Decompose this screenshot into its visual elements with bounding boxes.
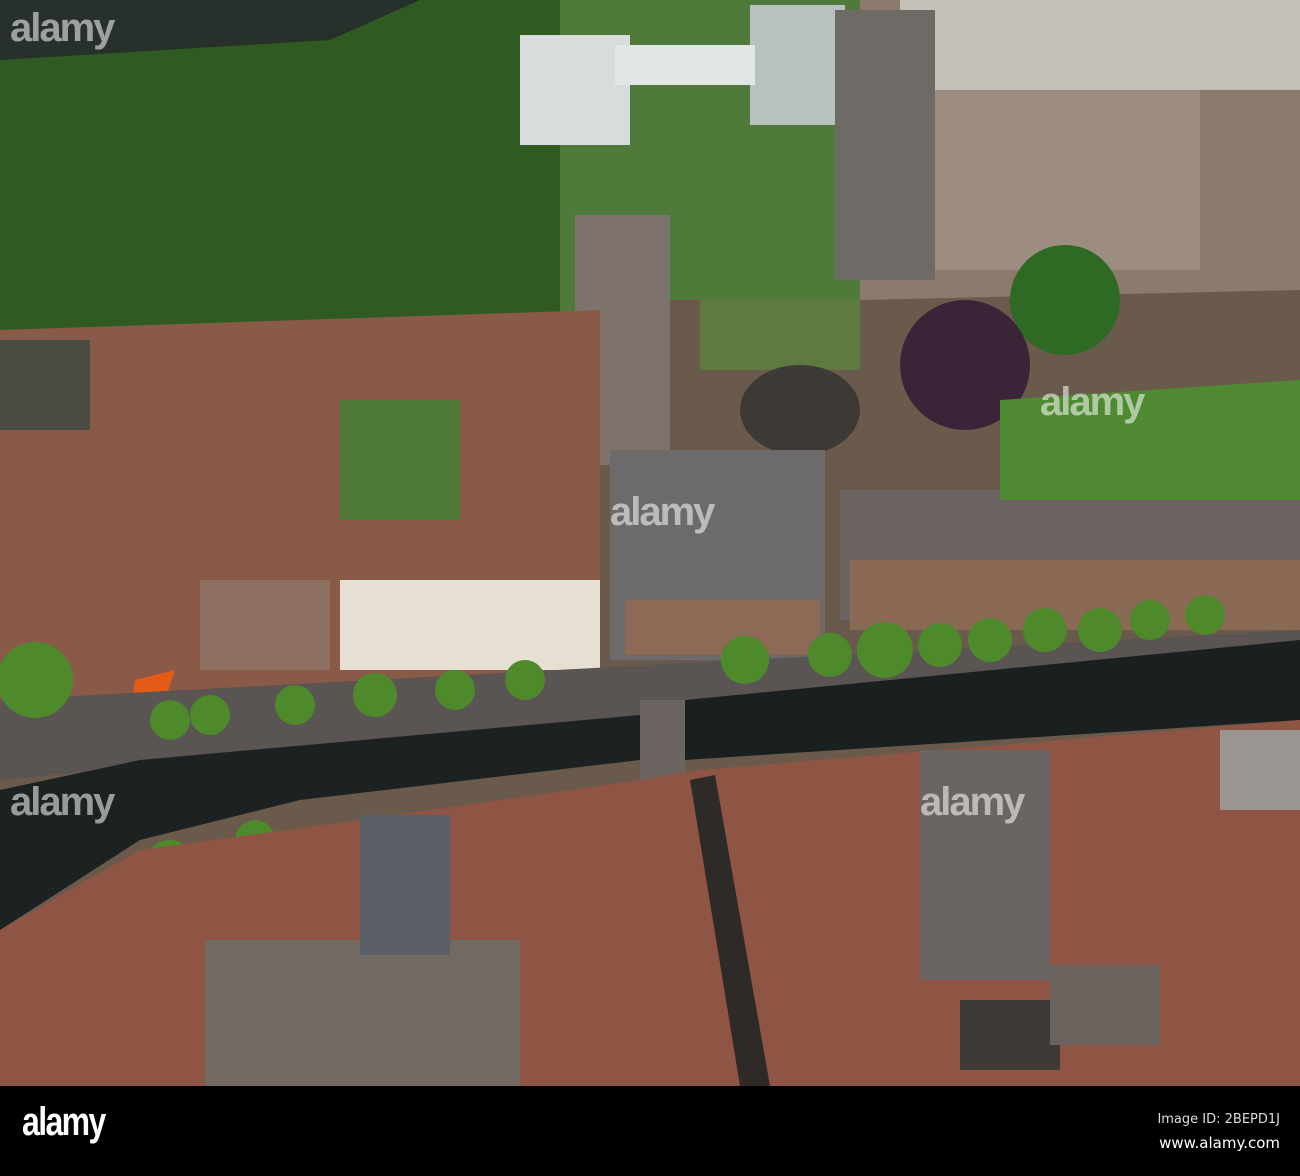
watermark: alamy xyxy=(10,780,115,824)
alamy-logo: alamy xyxy=(22,1100,106,1144)
watermark: alamy xyxy=(1040,380,1145,424)
footer-bar: alamy Image ID: 2BEPD1J www.alamy.com xyxy=(0,1086,1300,1176)
watermark: alamy xyxy=(920,780,1025,824)
aerial-photo xyxy=(0,0,1300,1086)
watermark: alamy xyxy=(610,490,715,534)
image-id: Image ID: 2BEPD1J xyxy=(1157,1112,1280,1127)
watermark: alamy xyxy=(10,6,115,50)
website-link[interactable]: www.alamy.com xyxy=(1159,1134,1280,1152)
